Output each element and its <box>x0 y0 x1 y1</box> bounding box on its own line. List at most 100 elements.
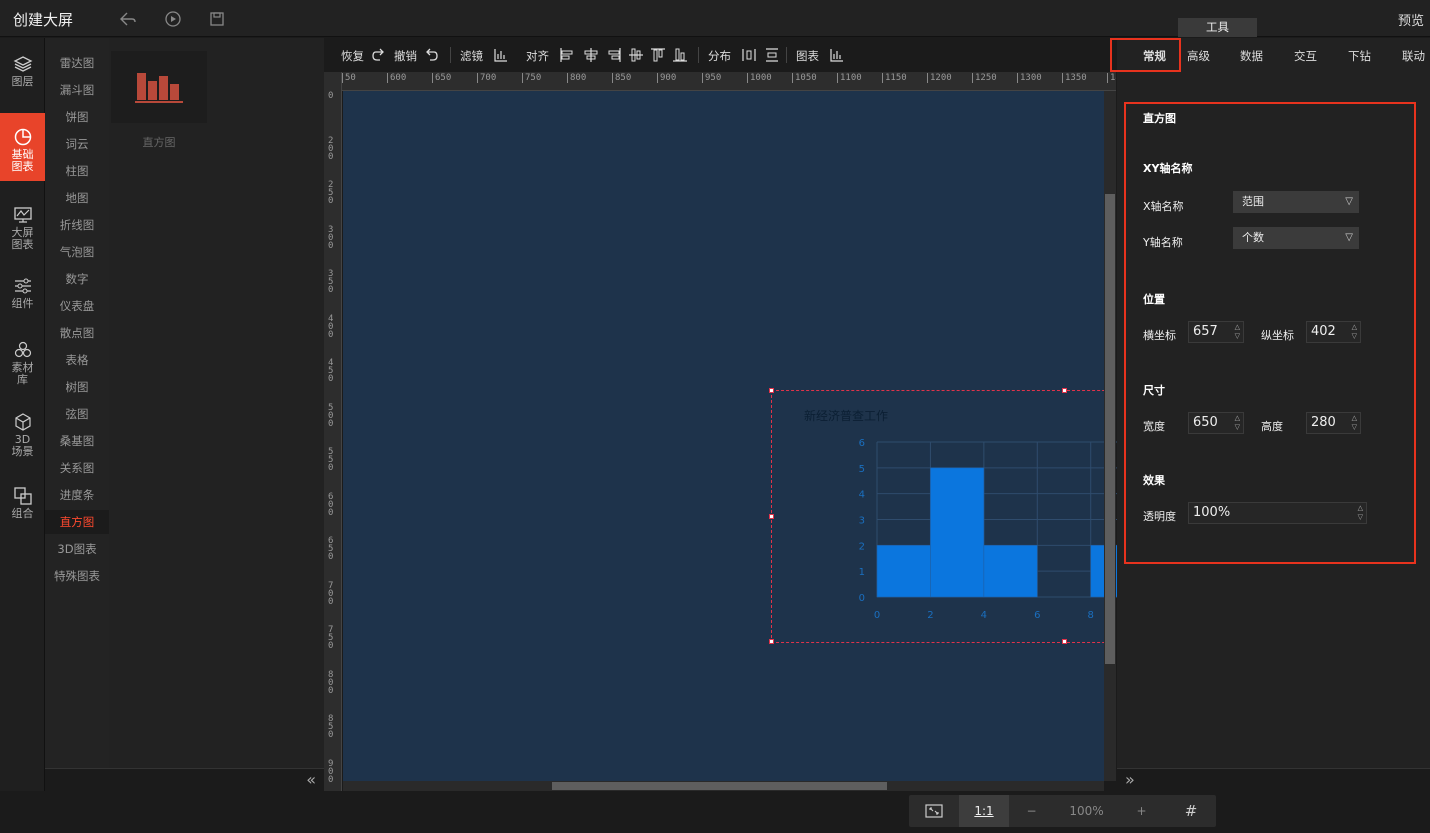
ruler-tick-label: 1250 <box>972 73 997 83</box>
tools-tab[interactable]: 工具 <box>1178 18 1257 37</box>
align-middle-icon[interactable] <box>628 47 644 63</box>
fit-screen-icon[interactable] <box>909 795 959 827</box>
rail-item-label: 素材 库 <box>11 361 34 386</box>
zoom-in-button[interactable]: + <box>1119 795 1164 827</box>
horizontal-scroll-thumb[interactable] <box>552 782 887 790</box>
ruler-tick-label: 900 <box>657 73 676 83</box>
align-button[interactable]: 对齐 <box>526 48 549 64</box>
align-bottom-icon[interactable] <box>672 47 688 63</box>
properties-tab[interactable]: 高级 <box>1187 48 1210 64</box>
distribute-button[interactable]: 分布 <box>708 48 731 64</box>
filter-button[interactable]: 滤镜 <box>460 48 483 64</box>
properties-tab[interactable]: 联动 <box>1402 48 1425 64</box>
ruler-tick-label: 700 <box>477 73 496 83</box>
resize-handle[interactable] <box>1062 639 1067 644</box>
category-item[interactable]: 词云 <box>45 132 109 156</box>
undo-button[interactable]: 撤销 <box>394 48 417 64</box>
category-item[interactable]: 折线图 <box>45 213 109 237</box>
ruler-tick-label: 0 <box>328 91 334 101</box>
properties-tab[interactable]: 数据 <box>1240 48 1263 64</box>
chart-icon[interactable] <box>829 47 845 63</box>
rail-item-label: 基础 图表 <box>11 148 34 173</box>
y-tick-label: 4 <box>859 490 865 501</box>
collapse-left-icon[interactable]: « <box>306 770 316 789</box>
ruler-tick-label: 450 <box>328 358 334 384</box>
histogram-bar <box>876 545 931 598</box>
align-right-icon[interactable] <box>606 47 622 63</box>
ruler-tick-label: 750 <box>328 625 334 651</box>
vertical-scrollbar[interactable] <box>1104 91 1116 781</box>
filter-chart-icon[interactable] <box>493 47 509 63</box>
category-item[interactable]: 漏斗图 <box>45 78 109 102</box>
save-icon[interactable] <box>207 9 227 29</box>
properties-tab[interactable]: 交互 <box>1294 48 1317 64</box>
category-item[interactable]: 柱图 <box>45 159 109 183</box>
align-left-icon[interactable] <box>559 47 575 63</box>
category-item[interactable]: 雷达图 <box>45 51 109 75</box>
y-tick-label: 0 <box>859 593 865 604</box>
y-tick-label: 5 <box>859 464 865 475</box>
distribute-h-icon[interactable] <box>741 47 757 63</box>
undo-icon[interactable] <box>424 47 440 63</box>
category-item[interactable]: 饼图 <box>45 105 109 129</box>
rail-item[interactable]: 素材 库 <box>0 338 45 386</box>
vertical-scroll-thumb[interactable] <box>1105 194 1115 664</box>
ruler-vertical: 0 200 250 300 350 400 450 500 550 600 650 700 750 800… <box>324 72 342 791</box>
category-item[interactable]: 地图 <box>45 186 109 210</box>
cube-icon <box>14 413 31 431</box>
preview-button[interactable]: 预览 <box>1398 10 1424 29</box>
rail-item[interactable]: 3D 场景 <box>0 410 45 458</box>
category-item[interactable]: 桑基图 <box>45 429 109 453</box>
category-item[interactable]: 仪表盘 <box>45 294 109 318</box>
rail-item[interactable]: 基础 图表 <box>0 113 45 181</box>
resize-handle[interactable] <box>1062 388 1067 393</box>
histogram-bar <box>930 467 985 598</box>
collapse-right-icon[interactable]: » <box>1125 770 1135 789</box>
actual-size-button[interactable]: 1:1 <box>959 795 1009 827</box>
toolbar-divider <box>786 47 787 63</box>
layers-icon <box>13 56 32 72</box>
category-item[interactable]: 树图 <box>45 375 109 399</box>
category-item[interactable]: 数字 <box>45 267 109 291</box>
distribute-v-icon[interactable] <box>764 47 780 63</box>
ruler-tick-label: 950 <box>702 73 721 83</box>
category-item[interactable]: 散点图 <box>45 321 109 345</box>
x-tick-label: 6 <box>1034 610 1040 621</box>
rail-item[interactable]: 组件 <box>0 274 45 310</box>
zoom-out-button[interactable]: − <box>1009 795 1054 827</box>
redo-button[interactable]: 恢复 <box>341 48 364 64</box>
toolbar-divider <box>450 47 451 63</box>
resize-handle[interactable] <box>769 514 774 519</box>
grid-icon[interactable]: # <box>1166 795 1216 827</box>
ruler-tick-label: 400 <box>328 313 334 340</box>
ruler-tick-label: 900 <box>328 758 334 785</box>
category-item[interactable]: 进度条 <box>45 483 109 507</box>
ruler-tick-label: 1100 <box>837 73 862 83</box>
resize-handle[interactable] <box>769 639 774 644</box>
align-top-icon[interactable] <box>650 47 666 63</box>
rail-item-label: 组合 <box>11 507 34 520</box>
hexagons-icon <box>14 341 31 358</box>
redo-icon[interactable] <box>370 47 386 63</box>
category-item[interactable]: 关系图 <box>45 456 109 480</box>
rail-item[interactable]: 图层 <box>0 52 45 88</box>
chart-button[interactable]: 图表 <box>796 48 819 64</box>
histogram-thumbnail[interactable] <box>111 51 207 123</box>
category-item[interactable]: 气泡图 <box>45 240 109 264</box>
category-item[interactable]: 表格 <box>45 348 109 372</box>
properties-tab[interactable]: 下钻 <box>1348 48 1371 64</box>
category-item[interactable]: 直方图 <box>45 510 109 534</box>
play-icon[interactable] <box>163 9 183 29</box>
y-tick-label: 2 <box>859 541 865 552</box>
category-item[interactable]: 弦图 <box>45 402 109 426</box>
rail-item[interactable]: 大屏 图表 <box>0 203 45 251</box>
align-center-h-icon[interactable] <box>583 47 599 63</box>
back-icon[interactable] <box>118 9 138 29</box>
category-item[interactable]: 3D图表 <box>45 537 109 561</box>
design-canvas[interactable]: 新经济普查工作 012345602468101214 1:1 − 100% + … <box>343 91 1357 827</box>
horizontal-scrollbar[interactable] <box>343 781 1104 791</box>
category-item[interactable]: 特殊图表 <box>45 564 109 588</box>
resize-handle[interactable] <box>769 388 774 393</box>
rail-item[interactable]: 组合 <box>0 484 45 520</box>
y-tick-label: 1 <box>859 567 865 578</box>
